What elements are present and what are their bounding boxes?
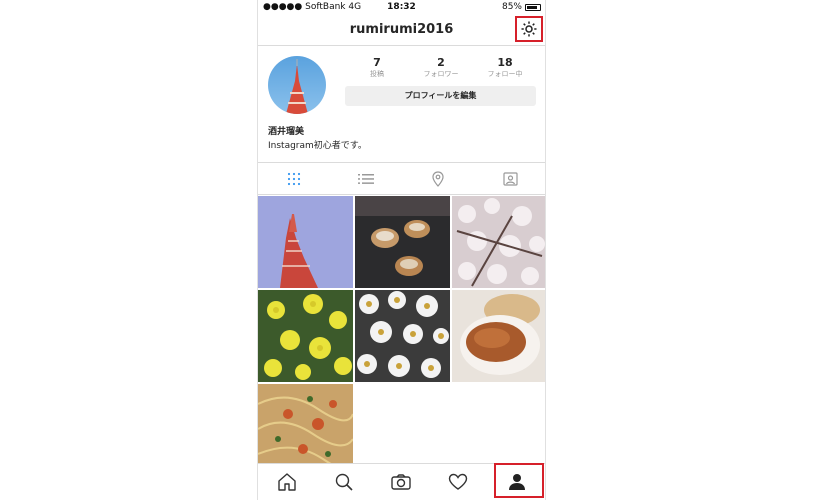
profile-tab-highlight [494,463,544,498]
tab-list[interactable] [330,163,402,194]
battery-percent: 85% [501,2,522,12]
photo-tokyo-tower[interactable] [258,196,353,288]
location-pin-icon [432,170,444,187]
followers-count: 2 [437,56,445,69]
edit-profile-button[interactable]: プロフィールを編集 [345,86,536,106]
stat-following[interactable]: 18 フォロー中 [474,57,536,79]
tab-tagged[interactable] [474,163,545,194]
status-bar: ●●●●● SoftBank 4G 18:32 85% [258,0,545,14]
settings-button[interactable] [515,16,543,42]
photo-cherry-blossoms[interactable] [452,196,545,288]
photo-okonomiyaki[interactable] [355,196,450,288]
followers-label: フォロワー [423,70,459,78]
tokyo-tower-image [286,59,308,114]
tab-grid[interactable] [258,163,330,194]
status-right: 85% [502,0,541,14]
home-icon [277,473,296,491]
posts-label: 投稿 [370,70,384,78]
nav-camera[interactable] [372,464,429,500]
photo-daisies[interactable] [355,290,450,382]
tagged-photos-icon [502,172,518,186]
view-tabs [258,162,545,195]
nav-search[interactable] [315,464,372,500]
following-count: 18 [497,56,513,69]
profile-header: rumirumi2016 [258,14,545,46]
nav-home[interactable] [258,464,315,500]
photo-hamburg-steak[interactable] [452,290,545,382]
profile-name: 酒井瑠美 [268,127,305,137]
photo-yellow-flowers[interactable] [258,290,353,382]
search-icon [335,473,353,491]
stat-posts[interactable]: 7 投稿 [346,57,408,79]
phone-screen: ●●●●● SoftBank 4G 18:32 85% rumirumi2016 [257,0,546,500]
heart-icon [448,473,467,490]
list-icon [358,173,374,184]
avatar[interactable] [268,56,326,114]
stat-followers[interactable]: 2 フォロワー [410,57,472,79]
profile-stats: 7 投稿 2 フォロワー 18 フォロー中 [346,57,536,81]
camera-icon [390,474,411,490]
battery-icon [525,3,541,11]
username-title: rumirumi2016 [349,22,454,37]
battery-fill [527,5,538,9]
tab-location[interactable] [402,163,474,194]
grid-icon [287,172,301,185]
nav-activity[interactable] [429,464,486,500]
gear-icon [521,21,537,37]
posts-count: 7 [373,56,381,69]
profile-bio: Instagram初心者です。 [268,141,367,151]
following-label: フォロー中 [487,70,523,78]
